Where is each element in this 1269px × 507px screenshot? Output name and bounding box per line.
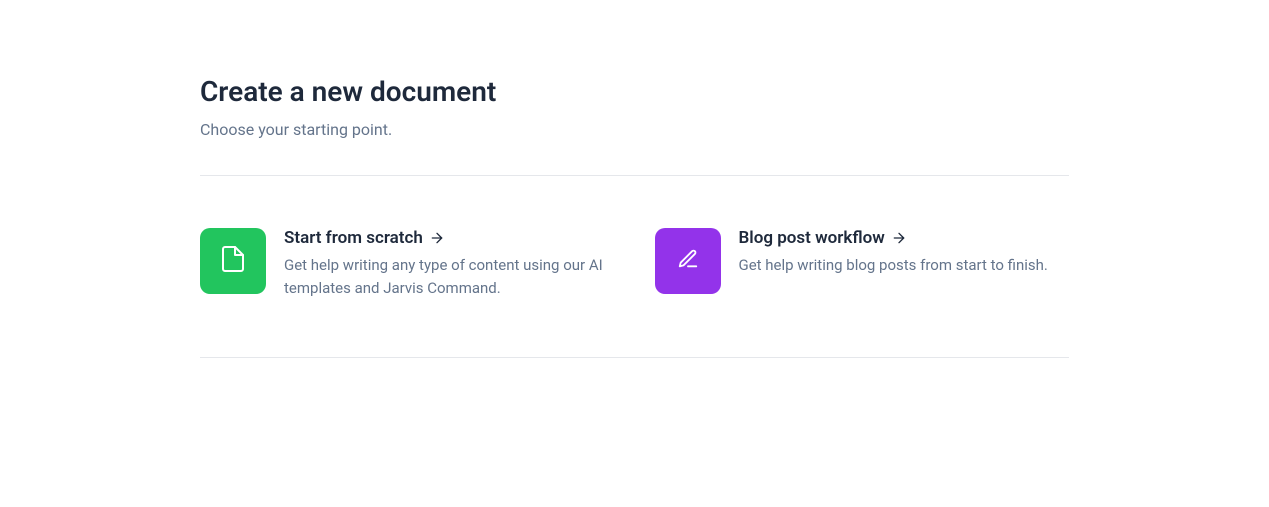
arrow-right-icon [429, 230, 445, 246]
card-title: Blog post workflow [739, 228, 885, 248]
card-body: Blog post workflow Get help writing blog… [739, 228, 1070, 299]
card-title-row: Blog post workflow [739, 228, 907, 248]
page-subtitle: Choose your starting point. [200, 120, 1069, 139]
card-description: Get help writing any type of content usi… [284, 254, 615, 299]
page-title: Create a new document [200, 75, 1069, 108]
arrow-right-icon [891, 230, 907, 246]
starting-point-cards: Start from scratch Get help writing any … [200, 228, 1069, 299]
card-description: Get help writing blog posts from start t… [739, 254, 1070, 277]
pencil-icon [677, 248, 699, 274]
bottom-divider [200, 357, 1069, 358]
file-icon [222, 246, 244, 276]
header-divider [200, 175, 1069, 176]
start-from-scratch-card[interactable]: Start from scratch Get help writing any … [200, 228, 615, 299]
card-title-row: Start from scratch [284, 228, 445, 248]
card-body: Start from scratch Get help writing any … [284, 228, 615, 299]
pencil-icon-box [655, 228, 721, 294]
card-title: Start from scratch [284, 228, 423, 248]
blog-post-workflow-card[interactable]: Blog post workflow Get help writing blog… [655, 228, 1070, 299]
file-icon-box [200, 228, 266, 294]
